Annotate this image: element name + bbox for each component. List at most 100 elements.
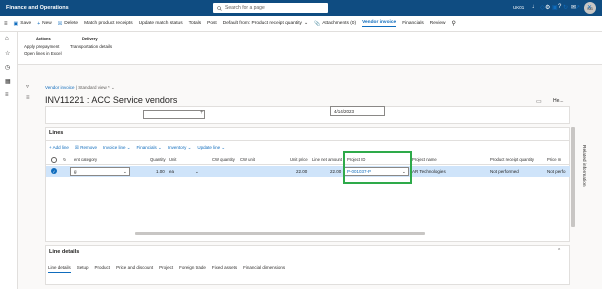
match-receipts-button[interactable]: Match product receipts — [84, 21, 133, 26]
org-label[interactable]: UK01 — [513, 5, 524, 10]
popout-icon[interactable]: ↗ — [575, 4, 580, 11]
col-line-net-amount[interactable]: Line net amount — [312, 157, 342, 162]
tab-financial-dimensions[interactable]: Financial dimensions — [243, 265, 285, 273]
office-icon[interactable]: ▣ — [552, 4, 558, 11]
tab-vendor-invoice[interactable]: Vendor invoice — [362, 20, 397, 27]
col-project-name[interactable]: Project name — [412, 157, 437, 162]
clock-icon[interactable]: ◷ — [5, 64, 10, 71]
tab-product[interactable]: Product — [95, 265, 111, 273]
cell-unit-price[interactable]: 22.00 — [296, 169, 307, 174]
delete-button[interactable]: ☒ Delete — [58, 21, 78, 27]
chevron-down-icon[interactable]: ⌄ — [123, 169, 127, 175]
breadcrumb-link[interactable]: Vendor invoice — [45, 85, 75, 90]
open-in-excel-item[interactable]: Open lines in Excel — [24, 51, 62, 56]
expand-icon[interactable]: ▭ — [536, 98, 542, 105]
help-icon[interactable]: ? — [558, 4, 561, 10]
workspace-icon[interactable]: ▦ — [5, 78, 11, 85]
line-details-title: Line details — [49, 249, 80, 255]
tab-setup[interactable]: Setup — [77, 265, 89, 273]
cell-unit[interactable]: ea — [169, 169, 174, 174]
invoice-line-menu[interactable]: Invoice line ⌄ — [103, 145, 131, 151]
trash-icon: ☒ — [57, 20, 63, 27]
delete-label: Delete — [64, 21, 79, 26]
list-icon[interactable]: ≡ — [26, 95, 30, 101]
category-input[interactable] — [70, 167, 130, 176]
cell-net-amount[interactable]: 22.00 — [330, 169, 341, 174]
remove-label: Remove — [80, 145, 97, 150]
transportation-details-item[interactable]: Transportation details — [70, 44, 112, 49]
col-unit[interactable]: Unit — [169, 157, 176, 162]
tab-foreign-trade[interactable]: Foreign trade — [179, 265, 206, 273]
attachments-label: Attachments (0) — [322, 21, 357, 26]
filter-icon[interactable]: ▿ — [26, 83, 29, 90]
update-line-menu[interactable]: Update line ⌄ — [197, 145, 225, 151]
related-information-pane[interactable]: Related information — [580, 90, 600, 190]
divider — [45, 164, 570, 165]
col-unit-price[interactable]: Unit price — [290, 157, 308, 162]
home-icon[interactable]: ⌂ — [5, 36, 9, 42]
chevron-down-icon[interactable]: ⌄ — [111, 85, 115, 90]
project-id-highlight — [343, 151, 412, 184]
col-quantity[interactable]: Quantity — [150, 157, 166, 162]
totals-button[interactable]: Totals — [189, 21, 202, 26]
update-match-button[interactable]: Update match status — [139, 21, 183, 26]
cell-quantity[interactable]: 1.00 — [156, 169, 165, 174]
save-button[interactable]: ▣ Save — [14, 21, 32, 27]
financials-menu[interactable]: Financials ⌄ — [137, 145, 162, 151]
chevron-down-icon[interactable]: ⌄ — [195, 169, 199, 175]
cell-receipt-quantity: Not performed — [490, 169, 519, 174]
financials-label: Financials — [136, 145, 157, 150]
chevron-up-icon[interactable]: ⌃ — [557, 248, 561, 254]
search-icon[interactable]: ⚲ — [452, 20, 456, 27]
invoice-line-label: Invoice line — [102, 145, 126, 150]
inventory-menu[interactable]: Inventory ⌄ — [168, 145, 192, 151]
tab-review[interactable]: Review — [430, 21, 446, 26]
tab-project[interactable]: Project — [159, 265, 173, 273]
bell-icon[interactable]: ♩ — [532, 4, 538, 10]
header-tab[interactable]: He... — [553, 98, 564, 104]
plus-icon: + — [37, 20, 41, 27]
refresh-icon[interactable]: ↻ — [63, 157, 67, 162]
update-line-label: Update line — [197, 145, 221, 150]
tab-price-discount[interactable]: Price and discount — [116, 265, 153, 273]
tab-line-details[interactable]: Line details — [48, 265, 71, 273]
plus-icon[interactable]: + — [200, 110, 204, 116]
star-icon[interactable]: ☆ — [5, 50, 10, 57]
default-from-label: Default from: Product receipt quantity — [222, 21, 302, 26]
vertical-scrollbar[interactable] — [571, 127, 575, 227]
tab-financials[interactable]: Financials — [402, 21, 424, 26]
new-button[interactable]: + New — [37, 21, 52, 27]
diamond-icon[interactable]: ◇ — [540, 4, 545, 11]
date-field[interactable]: 4/14/2023 — [330, 106, 385, 116]
select-all-checkbox[interactable] — [51, 157, 57, 163]
left-nav: ⌂ ☆ ◷ ▦ ≡ — [0, 32, 18, 289]
col-receipt-quantity[interactable]: Product receipt quantity — [490, 157, 534, 162]
col-category[interactable]: ent category — [74, 157, 97, 162]
default-from-dropdown[interactable]: Default from: Product receipt quantity ⌄ — [223, 21, 308, 26]
view-selector[interactable]: Standard view * — [78, 85, 110, 90]
col-price-m[interactable]: Price m — [547, 157, 561, 162]
apply-prepayment-item[interactable]: Apply prepayment — [24, 44, 62, 49]
attachments-button[interactable]: 📎 Attachments (0) — [314, 21, 356, 27]
refresh-icon[interactable]: ↻ — [563, 4, 568, 11]
waffle-icon[interactable]: ≡ — [4, 21, 8, 27]
inventory-label: Inventory — [167, 145, 187, 150]
col-cw-quantity[interactable]: CW quantity — [212, 157, 235, 162]
list-icon[interactable]: ≡ — [5, 92, 9, 98]
tab-fixed-assets[interactable]: Fixed assets — [212, 265, 237, 273]
post-button[interactable]: Post — [207, 21, 217, 26]
close-icon[interactable]: ✕ — [587, 4, 592, 11]
search-placeholder: Search for a page — [225, 5, 265, 11]
horizontal-scrollbar[interactable] — [135, 232, 425, 235]
col-cw-unit[interactable]: CW unit — [240, 157, 255, 162]
lines-toolbar: + Add line ☒ Remove Invoice line ⌄ Finan… — [49, 145, 231, 151]
actions-heading: Actions — [36, 36, 51, 41]
gear-icon[interactable]: ⚙ — [545, 4, 550, 11]
header-input[interactable] — [143, 110, 205, 119]
row-selected-check[interactable]: ✓ — [51, 168, 57, 174]
add-line-button[interactable]: + Add line — [49, 145, 69, 151]
cell-project-name: AR Technologies — [412, 169, 446, 174]
search-box[interactable]: Search for a page — [213, 3, 328, 13]
remove-button[interactable]: ☒ Remove — [75, 145, 97, 151]
divider — [45, 140, 570, 141]
